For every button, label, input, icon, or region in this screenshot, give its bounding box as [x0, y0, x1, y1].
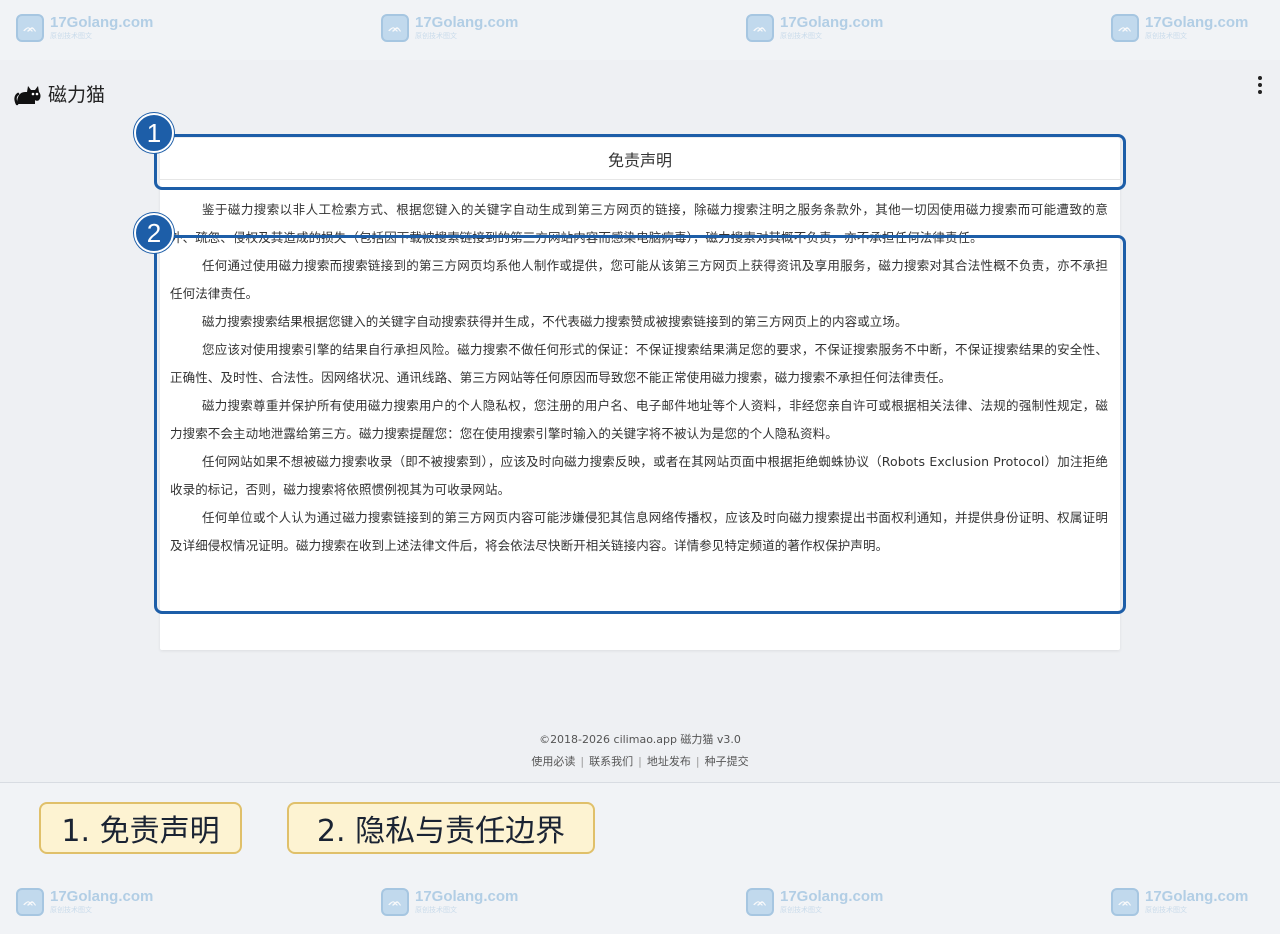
watermark-sub: 原创技术图文 [1145, 32, 1187, 40]
watermark: ᨏ 17Golang.com 原创技术图文 [16, 888, 153, 916]
cat-icon [14, 86, 41, 106]
footer-separator: | [695, 755, 700, 768]
watermark: ᨏ 17Golang.com 原创技术图文 [746, 888, 883, 916]
annotation-badge-1: 1 [134, 113, 174, 153]
watermark: ᨏ 17Golang.com 原创技术图文 [746, 14, 883, 42]
watermark-logo-icon: ᨏ [16, 888, 44, 916]
disclaimer-paragraph: 任何网站如果不想被磁力搜索收录（即不被搜索到），应该及时向磁力搜索反映，或者在其… [170, 454, 1108, 497]
watermark-name: 17Golang.com [50, 888, 154, 905]
watermark: ᨏ 17Golang.com 原创技术图文 [381, 14, 518, 42]
watermark: ᨏ 17Golang.com 原创技术图文 [16, 14, 153, 42]
brand-link[interactable]: 磁力猫 [14, 78, 105, 108]
disclaimer-paragraph: 任何单位或个人认为通过磁力搜索链接到的第三方网页内容可能涉嫌侵犯其信息网络传播权… [170, 510, 1108, 553]
disclaimer-body: 鉴于磁力搜索以非人工检索方式、根据您键入的关键字自动生成到第三方网页的链接，除磁… [160, 180, 1120, 560]
watermark-sub: 原创技术图文 [1145, 906, 1187, 914]
footer-link-contact[interactable]: 联系我们 [589, 755, 633, 768]
watermark: ᨏ 17Golang.com 原创技术图文 [1111, 14, 1248, 42]
caption-2: 2. 隐私与责任边界 [287, 802, 595, 854]
caption-1: 1. 免责声明 [39, 802, 242, 854]
disclaimer-paragraph: 鉴于磁力搜索以非人工检索方式、根据您键入的关键字自动生成到第三方网页的链接，除磁… [170, 202, 1108, 245]
watermark-name: 17Golang.com [780, 14, 884, 31]
watermark-logo-icon: ᨏ [746, 14, 774, 42]
watermark-logo-icon: ᨏ [1111, 888, 1139, 916]
watermark-sub: 原创技术图文 [780, 906, 822, 914]
disclaimer-paragraph: 磁力搜索搜索结果根据您键入的关键字自动搜索获得并生成，不代表磁力搜索赞成被搜索链… [202, 314, 908, 329]
watermark-sub: 原创技术图文 [415, 906, 457, 914]
disclaimer-paragraph: 您应该对使用搜索引擎的结果自行承担风险。磁力搜索不做任何形式的保证：不保证搜索结… [170, 342, 1108, 385]
footer: ©2018-2026 cilimao.app 磁力猫 v3.0 使用必读 | 联系我… [0, 730, 1280, 774]
brand-name: 磁力猫 [48, 83, 106, 106]
watermark-logo-icon: ᨏ [381, 14, 409, 42]
watermark-name: 17Golang.com [780, 888, 884, 905]
watermark-logo-icon: ᨏ [746, 888, 774, 916]
annotation-badge-2: 2 [134, 213, 174, 253]
watermark-sub: 原创技术图文 [50, 906, 92, 914]
watermark-sub: 原创技术图文 [50, 32, 92, 40]
watermark-logo-icon: ᨏ [381, 888, 409, 916]
disclaimer-card: 免责声明 鉴于磁力搜索以非人工检索方式、根据您键入的关键字自动生成到第三方网页的… [160, 138, 1120, 650]
watermark: ᨏ 17Golang.com 原创技术图文 [381, 888, 518, 916]
watermark-sub: 原创技术图文 [780, 32, 822, 40]
more-vertical-icon[interactable] [1254, 74, 1266, 96]
footer-link-torrent-submit[interactable]: 种子提交 [705, 755, 749, 768]
page-title: 免责声明 [160, 138, 1120, 180]
watermark-name: 17Golang.com [1145, 888, 1249, 905]
watermark-name: 17Golang.com [50, 14, 154, 31]
watermark-logo-icon: ᨏ [1111, 14, 1139, 42]
footer-separator: | [638, 755, 642, 768]
disclaimer-paragraph: 磁力搜索尊重并保护所有使用磁力搜索用户的个人隐私权，您注册的用户名、电子邮件地址… [170, 398, 1108, 441]
disclaimer-paragraph: 任何通过使用磁力搜索而搜索链接到的第三方网页均系他人制作或提供，您可能从该第三方… [170, 258, 1108, 301]
footer-link-usage[interactable]: 使用必读 [531, 755, 575, 768]
caption-strip: 1. 免责声明 2. 隐私与责任边界 [0, 782, 1280, 874]
copyright-text: ©2018-2026 cilimao.app 磁力猫 v3.0 [539, 733, 741, 746]
watermark-row-top: ᨏ 17Golang.com 原创技术图文 ᨏ 17Golang.com 原创技术图… [0, 0, 1280, 60]
watermark-name: 17Golang.com [415, 14, 519, 31]
footer-separator: | [580, 755, 585, 768]
watermark-name: 17Golang.com [1145, 14, 1249, 31]
footer-link-address[interactable]: 地址发布 [647, 755, 691, 768]
watermark-logo-icon: ᨏ [16, 14, 44, 42]
watermark: ᨏ 17Golang.com 原创技术图文 [1111, 888, 1248, 916]
app-page: 磁力猫 免责声明 鉴于磁力搜索以非人工检索方式、根据您键入的关键字自动生成到第三… [0, 60, 1280, 782]
footer-links: 使用必读 | 联系我们 | 地址发布 | 种子提交 [0, 750, 1280, 774]
watermark-row-bottom: ᨏ 17Golang.com 原创技术图文 ᨏ 17Golang.com 原创技术图… [0, 874, 1280, 934]
watermark-name: 17Golang.com [415, 888, 519, 905]
watermark-sub: 原创技术图文 [415, 32, 457, 40]
